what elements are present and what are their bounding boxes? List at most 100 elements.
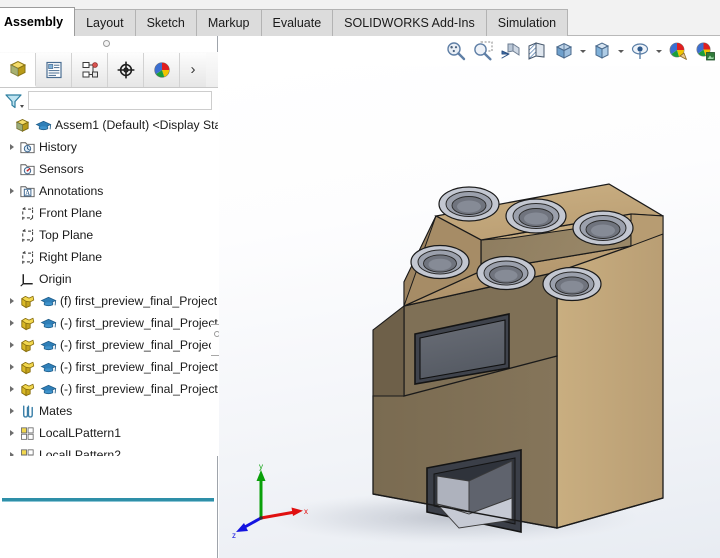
- ribbon-tab-strip: Assembly Layout Sketch Markup Evaluate S…: [0, 7, 569, 36]
- part-component-icon: [18, 336, 36, 354]
- zoom-to-fit-icon[interactable]: [443, 38, 469, 64]
- tree-item-label: History: [39, 140, 77, 154]
- burner-lower-2: [476, 255, 536, 291]
- tree-item-label: (-) first_preview_final_Project: [60, 360, 218, 374]
- edit-appearance-icon[interactable]: [665, 38, 691, 64]
- tree-item-label: Right Plane: [39, 250, 103, 264]
- graphics-viewport[interactable]: y x z: [219, 66, 720, 558]
- mate-cap-icon: [34, 116, 52, 134]
- panel-pin-icon[interactable]: [103, 40, 110, 47]
- no-arrow-spacer: [5, 202, 18, 224]
- linear-pattern-icon: [18, 424, 36, 442]
- expand-arrow-icon[interactable]: [5, 356, 18, 378]
- hide-show-items-icon[interactable]: [627, 38, 653, 64]
- linear-pattern-icon: [18, 446, 36, 456]
- no-arrow-spacer: [5, 246, 18, 268]
- display-style-icon[interactable]: [589, 38, 615, 64]
- tree-item-component-5[interactable]: (-) first_preview_final_Project: [0, 378, 218, 400]
- tree-item-front-plane[interactable]: Front Plane: [0, 202, 218, 224]
- dimxpert-manager-tab[interactable]: [108, 52, 144, 87]
- property-manager-tab[interactable]: [36, 52, 72, 87]
- solidworks-window: Assembly Layout Sketch Markup Evaluate S…: [0, 0, 720, 558]
- tree-item-assembly-root[interactable]: Assem1 (Default) <Display State-: [0, 114, 218, 136]
- tree-item-label: (-) first_preview_final_Project: [60, 338, 218, 352]
- part-component-icon: [18, 314, 36, 332]
- expand-arrow-icon[interactable]: [5, 400, 18, 422]
- tab-markup[interactable]: Markup: [195, 9, 262, 36]
- expand-arrow-icon[interactable]: [5, 136, 18, 158]
- expand-arrow-icon[interactable]: [5, 378, 18, 400]
- tab-layout[interactable]: Layout: [74, 9, 136, 36]
- part-component-icon: [18, 358, 36, 376]
- tab-simulation[interactable]: Simulation: [485, 9, 569, 36]
- plane-icon: [18, 248, 36, 266]
- tree-item-annotations[interactable]: A Annotations: [0, 180, 218, 202]
- feature-manager-tab-row: ›: [0, 52, 218, 88]
- part-component-icon: [18, 380, 36, 398]
- filter-funnel-icon[interactable]: [4, 91, 26, 111]
- zoom-to-area-icon[interactable]: [470, 38, 496, 64]
- tab-assembly[interactable]: Assembly: [0, 7, 76, 36]
- burner-lower-3: [542, 266, 602, 302]
- expand-arrow-icon[interactable]: [5, 312, 18, 334]
- origin-icon: [18, 270, 36, 288]
- tree-item-origin[interactable]: Origin: [0, 268, 218, 290]
- coordinate-triad: y x z: [232, 462, 308, 538]
- svg-text:z: z: [232, 531, 236, 538]
- tree-item-label: Mates: [39, 404, 73, 418]
- feature-manager-design-tree-tab[interactable]: [0, 52, 36, 87]
- tab-evaluate[interactable]: Evaluate: [260, 9, 334, 36]
- view-orientation-caret-icon[interactable]: [578, 38, 588, 64]
- mate-cap-icon: [39, 336, 57, 354]
- tree-item-local-lpattern-1[interactable]: LocalLPattern1: [0, 422, 218, 444]
- svg-text:y: y: [259, 462, 263, 471]
- svg-text:x: x: [304, 507, 308, 516]
- expand-arrow-icon[interactable]: [5, 422, 18, 444]
- view-orientation-icon[interactable]: [551, 38, 577, 64]
- tree-item-label: (f) first_preview_final_Project: [60, 294, 218, 308]
- design-tree[interactable]: Assem1 (Default) <Display State- History: [0, 114, 218, 456]
- view-toolbar: [443, 36, 720, 66]
- tree-item-component-1[interactable]: (f) first_preview_final_Project: [0, 290, 218, 312]
- feature-manager-filter-row: [0, 88, 218, 114]
- tree-item-sensors[interactable]: Sensors: [0, 158, 218, 180]
- tab-solidworks-add-ins[interactable]: SOLIDWORKS Add-Ins: [332, 9, 487, 36]
- section-view-icon[interactable]: [524, 38, 550, 64]
- tree-item-component-4[interactable]: (-) first_preview_final_Project: [0, 356, 218, 378]
- display-style-caret-icon[interactable]: [616, 38, 626, 64]
- display-manager-tab[interactable]: [144, 52, 180, 87]
- tree-item-label: Assem1 (Default) <Display State-: [55, 118, 218, 132]
- expand-arrow-icon[interactable]: [5, 290, 18, 312]
- burner-upper-3: [572, 210, 634, 246]
- more-tabs-chevron-icon[interactable]: ›: [180, 52, 206, 87]
- tree-item-right-plane[interactable]: Right Plane: [0, 246, 218, 268]
- tree-item-top-plane[interactable]: Top Plane: [0, 224, 218, 246]
- svg-text:A: A: [25, 189, 30, 196]
- expand-arrow-icon[interactable]: [5, 444, 18, 456]
- expand-arrow-icon[interactable]: [5, 334, 18, 356]
- expand-arrow-icon[interactable]: [5, 180, 18, 202]
- annotations-folder-icon: A: [18, 182, 36, 200]
- previous-view-icon[interactable]: [497, 38, 523, 64]
- configuration-manager-tab[interactable]: [72, 52, 108, 87]
- assembly-icon: [13, 116, 31, 134]
- tree-item-label: LocalLPattern2: [39, 448, 121, 456]
- tree-item-label: LocalLPattern1: [39, 426, 121, 440]
- ribbon-tab-bar: Assembly Layout Sketch Markup Evaluate S…: [0, 0, 720, 36]
- tree-item-local-lpattern-2[interactable]: LocalLPattern2: [0, 444, 218, 456]
- burner-upper-1: [438, 186, 500, 222]
- tree-item-label: Origin: [39, 272, 72, 286]
- mate-cap-icon: [39, 292, 57, 310]
- tree-item-label: Top Plane: [39, 228, 94, 242]
- no-arrow-spacer: [5, 158, 18, 180]
- tree-item-history[interactable]: History: [0, 136, 218, 158]
- hide-show-items-caret-icon[interactable]: [654, 38, 664, 64]
- feature-manager-filter-input[interactable]: [28, 91, 212, 110]
- tree-item-mates[interactable]: Mates: [0, 400, 218, 422]
- tree-item-component-2[interactable]: (-) first_preview_final_Project: [0, 312, 218, 334]
- apply-scene-icon[interactable]: [692, 38, 718, 64]
- tree-item-component-3[interactable]: (-) first_preview_final_Project: [0, 334, 218, 356]
- tab-sketch[interactable]: Sketch: [134, 9, 197, 36]
- sensors-folder-icon: [18, 160, 36, 178]
- burner-lower-1: [410, 244, 470, 280]
